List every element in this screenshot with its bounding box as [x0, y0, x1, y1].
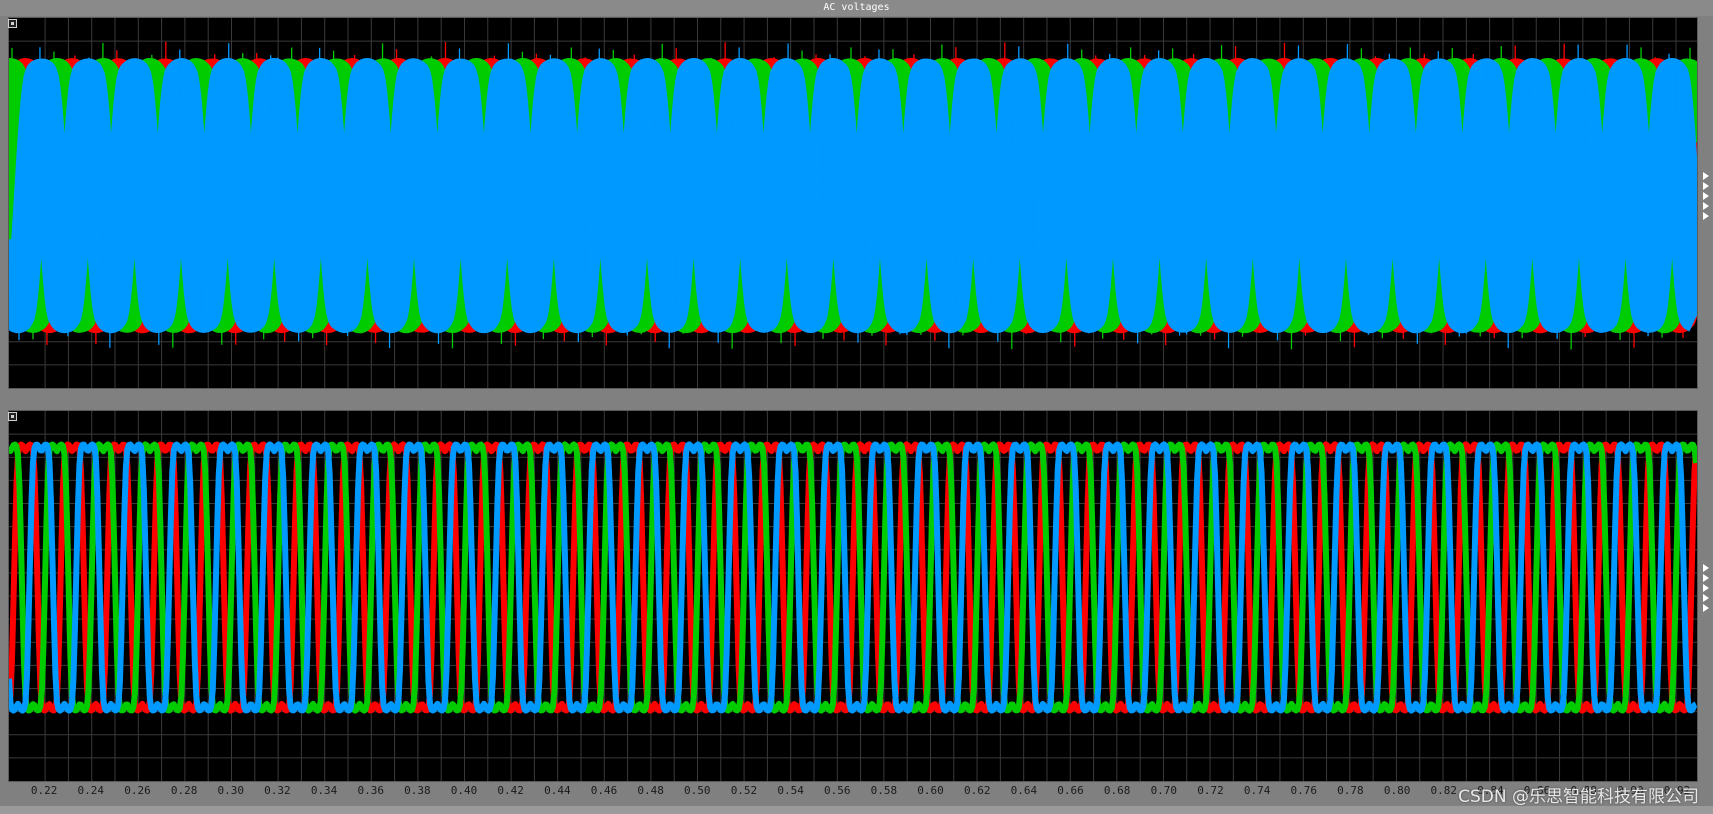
series-band-2 [9, 57, 1697, 334]
scope-plot-bottom[interactable] [8, 410, 1698, 782]
scope-markers-top [1703, 172, 1711, 222]
time-tick-label: 0.52 [730, 784, 758, 797]
time-tick-label: 0.80 [1383, 784, 1411, 797]
time-tick-label: 0.30 [217, 784, 245, 797]
scope-plot-top[interactable] [8, 17, 1698, 389]
pin-icon[interactable] [8, 19, 17, 28]
time-tick-label: 0.56 [824, 784, 851, 797]
triangle-marker-icon [1703, 172, 1709, 180]
triangle-marker-icon [1703, 574, 1709, 582]
scope-markers-bottom [1703, 564, 1711, 614]
time-tick-label: 0.38 [404, 784, 431, 797]
triangle-marker-icon [1703, 564, 1709, 572]
scope-plot-top-svg [9, 18, 1697, 388]
triangle-marker-icon [1703, 202, 1709, 210]
time-tick-label: 0.50 [684, 784, 711, 797]
triangle-marker-icon [1703, 584, 1709, 592]
window-title: AC voltages [0, 0, 1713, 16]
pin-icon[interactable] [8, 412, 17, 421]
time-tick-label: 0.54 [777, 784, 804, 797]
triangle-marker-icon [1703, 212, 1709, 220]
time-tick-label: 0.62 [963, 784, 991, 797]
time-tick-label: 0.26 [124, 784, 151, 797]
time-tick-label: 0.58 [870, 784, 898, 797]
time-tick-label: 0.78 [1337, 784, 1364, 797]
time-tick-label: 0.22 [30, 784, 58, 797]
time-tick-label: 0.74 [1243, 784, 1271, 797]
time-tick-label: 0.82 [1430, 784, 1457, 797]
watermark: CSDN @乐思智能科技有限公司 [1458, 787, 1699, 807]
time-tick-label: 0.68 [1103, 784, 1131, 797]
triangle-marker-icon [1703, 604, 1709, 612]
status-strip [0, 806, 1713, 814]
time-tick-label: 0.66 [1057, 784, 1084, 797]
time-tick-label: 0.76 [1290, 784, 1318, 797]
time-tick-label: 0.34 [310, 784, 338, 797]
time-tick-label: 0.36 [357, 784, 384, 797]
scope-plot-bottom-svg [9, 411, 1697, 781]
time-tick-label: 0.44 [544, 784, 571, 797]
triangle-marker-icon [1703, 182, 1709, 190]
time-tick-label: 0.70 [1150, 784, 1178, 797]
time-tick-label: 0.28 [170, 784, 198, 797]
time-tick-label: 0.46 [590, 784, 618, 797]
time-tick-label: 0.64 [1010, 784, 1038, 797]
time-tick-label: 0.48 [637, 784, 664, 797]
time-tick-label: 0.24 [77, 784, 105, 797]
time-tick-label: 0.42 [497, 784, 524, 797]
triangle-marker-icon [1703, 192, 1709, 200]
time-tick-label: 0.40 [450, 784, 478, 797]
time-tick-label: 0.60 [917, 784, 944, 797]
triangle-marker-icon [1703, 594, 1709, 602]
time-tick-label: 0.72 [1197, 784, 1224, 797]
time-tick-label: 0.32 [264, 784, 291, 797]
